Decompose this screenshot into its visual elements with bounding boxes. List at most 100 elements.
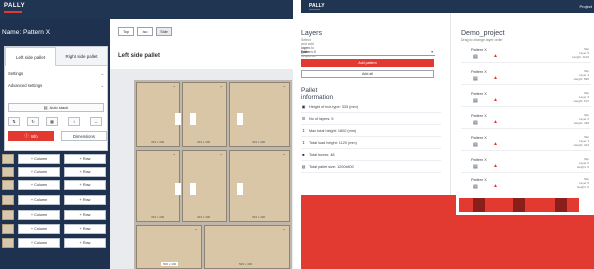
view-iso-button[interactable]: Iso	[137, 27, 153, 36]
add-row-button[interactable]: + Row	[64, 224, 106, 234]
box[interactable]: ⌃ 333 x 400	[182, 150, 227, 222]
pattern-name: Name: Pattern X	[2, 29, 50, 36]
view-top-button[interactable]: Top	[118, 27, 134, 36]
layer-item-name: Pattern X	[471, 136, 487, 140]
pallet-block	[513, 198, 525, 212]
add-column-button[interactable]: + Column	[18, 167, 60, 177]
layer-icon: ▤	[473, 98, 478, 104]
box-label: 500 x 400	[161, 262, 179, 266]
close-icon[interactable]: ⌃	[283, 85, 286, 90]
name-value[interactable]: Pattern X	[23, 29, 50, 36]
layer-meta: Height: 0	[576, 165, 589, 169]
trash-icon[interactable]: ▲	[493, 97, 498, 103]
pallet-preview	[459, 198, 579, 212]
add-row-button[interactable]: + Row	[64, 210, 106, 220]
layer-list-item[interactable]: Pattern X ▤ ▲ Slip Layer 3 Height: 672	[461, 90, 591, 107]
info-icon: ⓘ	[24, 133, 29, 138]
auto-stack-label: Auto stack	[49, 105, 69, 110]
add-row-button[interactable]: + Row	[64, 167, 106, 177]
layer-list-item[interactable]: Pattern X ▤ ▲ Slip Layer 0 Height: 0	[461, 156, 591, 173]
dimensions-button[interactable]: Dimensions	[61, 131, 107, 141]
layer-list-item[interactable]: Pattern X ▤ ▲ Slip Layer 4 Height: 896	[461, 68, 591, 85]
add-row-button[interactable]: + Row	[64, 238, 106, 248]
layer-select[interactable]: Pattern X ▾	[301, 50, 435, 56]
logo-underline	[309, 9, 320, 10]
advanced-settings-label: Advanced settings	[8, 82, 43, 88]
box-thumbnail	[2, 154, 14, 164]
close-icon[interactable]: ⌃	[173, 153, 176, 158]
trash-icon[interactable]: ▲	[493, 119, 498, 125]
box[interactable]: ⌃ 333 x 400	[229, 150, 290, 222]
box-label: 333 x 400	[197, 140, 211, 144]
height-icon: ↥	[301, 128, 306, 133]
layer-meta: Height: 448	[573, 121, 589, 125]
layer-list-item[interactable]: Pattern X ▤ ▲ Slip Layer 2 Height: 448	[461, 112, 591, 129]
nav-project[interactable]: Project	[580, 4, 592, 9]
box[interactable]: ⌃ 333 x 400	[136, 82, 181, 147]
layer-list-item[interactable]: Pattern X ▤ ▲ Slip Layer 5 Height: 1120	[461, 46, 591, 63]
box-gap	[175, 113, 181, 125]
weight-icon: ■	[302, 152, 305, 157]
close-icon[interactable]: ⌃	[195, 228, 198, 233]
close-icon[interactable]: ⌃	[220, 85, 223, 90]
box-label: 333 x 400	[252, 215, 266, 219]
close-icon[interactable]: ⌃	[220, 153, 223, 158]
auto-stack-button[interactable]: ▤ Auto stack	[8, 103, 104, 112]
grid-icon[interactable]: ▦	[46, 117, 58, 126]
box-gap	[237, 113, 243, 125]
trash-icon[interactable]: ▲	[493, 75, 498, 81]
box[interactable]: ⌃ 333 x 400	[136, 150, 181, 222]
close-icon[interactable]: ⌃	[283, 153, 286, 158]
box[interactable]: ⌃ 500 x 400	[204, 225, 290, 269]
layer-item-name: Pattern X	[471, 114, 487, 118]
trash-icon[interactable]: ▲	[493, 141, 498, 147]
list-item: + Column + Row	[0, 224, 110, 234]
advanced-settings-menu[interactable]: Advanced settings ⌄	[8, 80, 104, 90]
height-icon: ↥	[301, 140, 306, 145]
layer-item-name: Pattern X	[471, 178, 487, 182]
trash-icon[interactable]: ▲	[493, 53, 498, 59]
add-row-button[interactable]: + Row	[64, 195, 106, 205]
right-screenshot: PALLY Project Layers Select and add laye…	[301, 0, 594, 269]
add-column-button[interactable]: + Column	[18, 210, 60, 220]
view-side-button[interactable]: Side	[156, 27, 172, 36]
layer-list-item[interactable]: Pattern X ▤ ▲ Slip Layer 1 Height: 224	[461, 134, 591, 151]
box[interactable]: ⌃ 500 x 400	[136, 225, 202, 269]
add-pattern-button[interactable]: Add pattern	[301, 59, 434, 67]
box[interactable]: ⌃ 333 x 400	[182, 82, 227, 147]
add-column-button[interactable]: + Column	[18, 180, 60, 190]
add-column-button[interactable]: + Column	[18, 224, 60, 234]
project-subtitle: Drag to change layer order	[461, 38, 503, 42]
box[interactable]: ⌃ 333 x 400	[229, 82, 290, 147]
add-column-button[interactable]: + Column	[18, 195, 60, 205]
trash-icon[interactable]: ▲	[493, 163, 498, 169]
list-item: + Column + Row	[0, 154, 110, 164]
split-vertical-icon[interactable]: ↕	[68, 117, 80, 126]
close-icon[interactable]: ⌃	[173, 85, 176, 90]
layer-meta: Height: 0	[576, 185, 589, 189]
tab-left-side[interactable]: Left side pallet	[5, 47, 56, 66]
layer-icon: ▤	[473, 120, 478, 126]
layer-item-name: Pattern X	[471, 48, 487, 52]
box-gap	[237, 183, 243, 195]
pallet-editor: Top Iso Side Left side pallet ⌃ 333 x 40…	[110, 19, 293, 269]
add-column-button[interactable]: + Column	[18, 238, 60, 248]
tab-right-side[interactable]: Right side pallet	[56, 47, 107, 66]
add-all-button[interactable]: Add all	[301, 70, 434, 78]
close-icon[interactable]: ⌃	[283, 228, 286, 233]
box-label: 333 x 400	[252, 140, 266, 144]
split-horizontal-icon[interactable]: ↔	[90, 117, 102, 126]
pallet-info-row: ▤ Total pallet size: 1200x800	[301, 161, 441, 173]
layer-list-item[interactable]: Pattern X ▤ ▲ Slip Layer 0 Height: 0	[461, 176, 591, 193]
add-column-button[interactable]: + Column	[18, 154, 60, 164]
rotate-icon[interactable]: ↻	[27, 117, 39, 126]
add-row-button[interactable]: + Row	[64, 180, 106, 190]
trash-icon[interactable]: ▲	[493, 183, 498, 189]
settings-menu[interactable]: Settings ⌄	[8, 68, 104, 78]
swap-icon[interactable]: ⇅	[8, 117, 20, 126]
layers-icon: ☰	[301, 116, 306, 121]
add-row-button[interactable]: + Row	[64, 154, 106, 164]
box-label: 333 x 400	[151, 215, 165, 219]
info-button[interactable]: ⓘ Info	[8, 131, 54, 141]
layer-icon: ▤	[473, 54, 478, 60]
